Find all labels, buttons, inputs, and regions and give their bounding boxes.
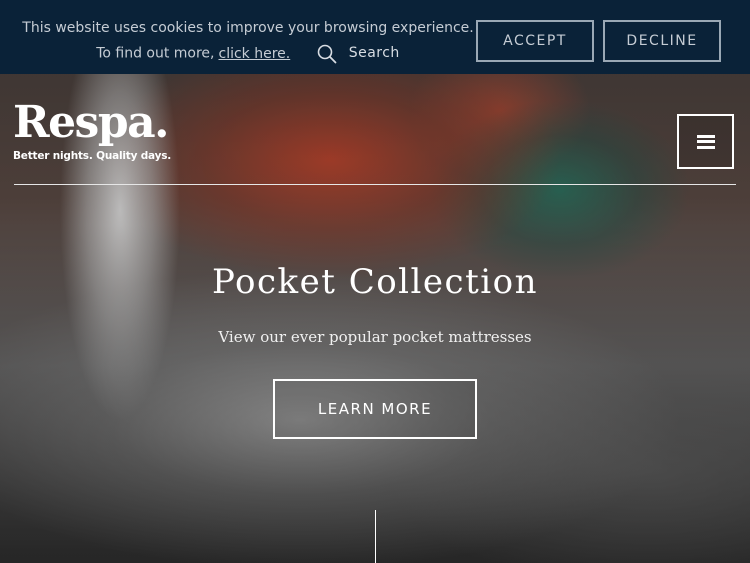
cookie-message-block: This website uses cookies to improve you…: [18, 16, 478, 67]
logo-tagline: Better nights. Quality days.: [13, 150, 172, 162]
learn-more-button[interactable]: LEARN MORE: [273, 379, 477, 439]
header-divider: [14, 184, 736, 185]
search-label: Search: [348, 45, 400, 61]
hero-title: Pocket Collection: [211, 262, 538, 302]
logo-wordmark: Respa.: [13, 97, 169, 148]
cookie-consent-bar: This website uses cookies to improve you…: [0, 0, 750, 74]
site-logo[interactable]: Respa. Better nights. Quality days.: [13, 97, 172, 163]
menu-toggle-button[interactable]: [677, 114, 734, 169]
hero-subtitle: View our ever popular pocket mattresses: [218, 328, 532, 346]
scroll-indicator-line: [375, 510, 376, 563]
accept-cookies-button[interactable]: ACCEPT: [476, 20, 594, 62]
decline-cookies-button[interactable]: DECLINE: [603, 20, 721, 62]
hamburger-icon: [696, 134, 715, 149]
search-button[interactable]: Search: [317, 41, 400, 66]
search-icon: [317, 44, 337, 63]
cookie-info-link[interactable]: click here.: [219, 46, 291, 62]
